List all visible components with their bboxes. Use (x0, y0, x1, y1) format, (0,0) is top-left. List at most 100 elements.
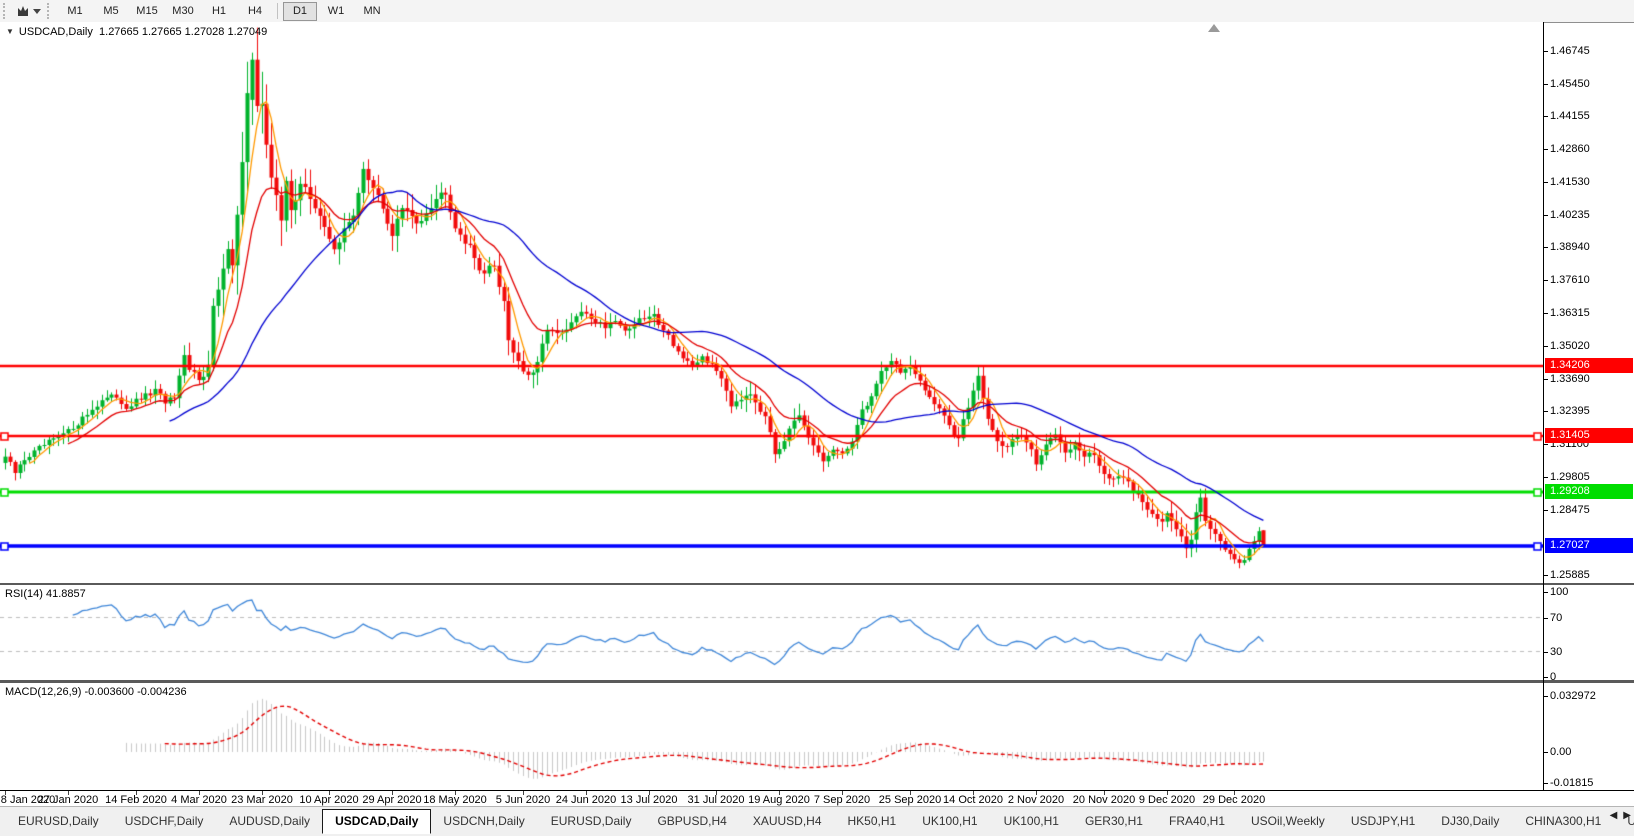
price-axis-tick (1543, 51, 1548, 52)
price-axis-tick (1543, 182, 1548, 183)
date-label: 14 Oct 2020 (943, 794, 1003, 806)
toolbar-gripper[interactable] (3, 3, 10, 19)
chart-tab-eurusd-daily[interactable]: EURUSD,Daily (6, 811, 111, 832)
tab-scroll-arrows: ◀ ▶ (1610, 810, 1631, 821)
rsi-axis-tick (1543, 618, 1548, 619)
chart-tab-usoil-weekly[interactable]: USOil,Weekly (1239, 811, 1337, 832)
chart-tab-china300-h1[interactable]: CHINA300,H1 (1513, 811, 1613, 832)
timeframe-button-h4[interactable]: H4 (238, 2, 272, 21)
rsi-canvas[interactable] (0, 585, 1543, 680)
timeframe-button-mn[interactable]: MN (355, 2, 389, 21)
chart-tab-ger30-h1[interactable]: GER30,H1 (1073, 811, 1155, 832)
price-axis-label: 1.42860 (1550, 143, 1590, 155)
price-axis-tick (1543, 379, 1548, 380)
date-label: 29 Apr 2020 (362, 794, 422, 806)
date-label: 23 Mar 2020 (231, 794, 293, 806)
chart-tab-fra40-h1[interactable]: FRA40,H1 (1157, 811, 1237, 832)
timeframe-button-w1[interactable]: W1 (319, 2, 353, 21)
chart-tab-usdcnh-daily[interactable]: USDCNH,Daily (431, 811, 536, 832)
chart-tab-usdcad-daily[interactable]: USDCAD,Daily (322, 809, 432, 834)
macd-indicator-label: MACD(12,26,9) -0.003600 -0.004236 (5, 686, 187, 698)
price-axis-label: 1.25885 (1550, 569, 1590, 581)
price-axis-tick (1543, 116, 1548, 117)
timeframe-button-m15[interactable]: M15 (130, 2, 164, 21)
date-label: 2 Nov 2020 (1007, 794, 1065, 806)
date-label: 13 Jul 2020 (620, 794, 678, 806)
price-line-badge: 1.27027 (1545, 538, 1633, 553)
date-label: 29 Dec 2020 (1202, 794, 1266, 806)
price-axis-label: 1.37610 (1550, 274, 1590, 286)
price-chart-canvas[interactable] (0, 22, 1543, 583)
chart-tab-usdjpy-h1[interactable]: USDJPY,H1 (1339, 811, 1427, 832)
chart-tab-uk100-h1[interactable]: UK100,H1 (992, 811, 1071, 832)
rsi-axis-tick (1543, 592, 1548, 593)
toolbar-gripper[interactable] (47, 3, 54, 19)
date-label: 10 Apr 2020 (299, 794, 359, 806)
chart-shift-marker[interactable] (1208, 24, 1220, 32)
one-click-trading-toggle[interactable]: ▼ (6, 27, 14, 36)
timeframe-button-m1[interactable]: M1 (58, 2, 92, 21)
chart-tab-usdchf-daily[interactable]: USDCHF,Daily (113, 811, 216, 832)
price-axis-label: 1.41530 (1550, 176, 1590, 188)
timeframe-button-m30[interactable]: M30 (166, 2, 200, 21)
crosshair-tool-button[interactable] (13, 2, 44, 20)
macd-axis-label: -0.01815 (1550, 777, 1594, 789)
timeframe-button-m5[interactable]: M5 (94, 2, 128, 21)
tab-scroll-right-button[interactable]: ▶ (1623, 810, 1631, 821)
chart-tab-gbpusd-h4[interactable]: GBPUSD,H4 (645, 811, 738, 832)
chart-ohlc-values: 1.27665 1.27665 1.27028 1.27049 (99, 26, 268, 38)
price-axis-label: 1.29805 (1550, 471, 1590, 483)
macd-axis-label: 0.032972 (1550, 690, 1596, 702)
date-label: 4 Mar 2020 (171, 794, 227, 806)
date-label: 7 Sep 2020 (813, 794, 871, 806)
chart-symbol-label: USDCAD,Daily (18, 26, 93, 38)
date-axis[interactable]: 8 Jan 2020 27 Jan 2020 14 Feb 2020 4 Mar 20… (0, 791, 1634, 806)
price-axis-tick (1543, 510, 1548, 511)
chart-title: ▼ USDCAD,Daily 1.27665 1.27665 1.27028 1.… (6, 26, 267, 38)
macd-axis-tick (1543, 696, 1548, 697)
price-axis-label: 1.28475 (1550, 504, 1590, 516)
chart-tab-uk100-h1[interactable]: UK100,H1 (910, 811, 989, 832)
macd-canvas[interactable] (0, 683, 1543, 790)
price-axis-tick (1543, 215, 1548, 216)
price-axis-label: 1.36315 (1550, 307, 1590, 319)
price-axis-label: 1.33690 (1550, 373, 1590, 385)
main-chart-panel: ▼ USDCAD,Daily 1.27665 1.27665 1.27028 1.… (0, 22, 1543, 583)
price-axis-label: 1.40235 (1550, 209, 1590, 221)
mt4-window: M1 M5 M15 M30 H1 H4 D1 W1 MN ▼ USDCAD,Daily 1.276… (0, 0, 1634, 836)
rsi-axis-label: 0 (1550, 671, 1557, 683)
rsi-axis-label: 100 (1550, 586, 1569, 598)
price-axis-tick (1543, 313, 1548, 314)
date-label: 18 May 2020 (423, 794, 487, 806)
date-label: 31 Jul 2020 (687, 794, 745, 806)
price-axis-tick (1543, 84, 1548, 85)
rsi-axis-label: 70 (1550, 612, 1563, 624)
price-axis-label: 1.38940 (1550, 241, 1590, 253)
price-axis-tick (1543, 149, 1548, 150)
chart-tab-bar: EURUSD,Daily USDCHF,Daily AUDUSD,Daily USDC… (0, 806, 1634, 836)
chart-tab-eurusd-daily[interactable]: EURUSD,Daily (539, 811, 644, 832)
price-axis-tick (1543, 477, 1548, 478)
macd-axis-tick (1543, 752, 1548, 753)
date-label: 9 Dec 2020 (1138, 794, 1196, 806)
cursor-arrows-icon (18, 5, 28, 16)
price-axis-tick (1543, 247, 1548, 248)
chart-tab-hk50-h1[interactable]: HK50,H1 (836, 811, 909, 832)
chart-tab-xauusd-h4[interactable]: XAUUSD,H4 (741, 811, 834, 832)
price-axis-tick (1543, 444, 1548, 445)
date-label: 20 Nov 2020 (1072, 794, 1136, 806)
timeframe-button-h1[interactable]: H1 (202, 2, 236, 21)
chart-tab-audusd-daily[interactable]: AUDUSD,Daily (217, 811, 322, 832)
chart-tab-dj30-daily[interactable]: DJ30,Daily (1429, 811, 1511, 832)
rsi-axis-tick (1543, 652, 1548, 653)
price-axis-label: 1.35020 (1550, 340, 1590, 352)
price-axis-tick (1543, 411, 1548, 412)
rsi-indicator-label: RSI(14) 41.8857 (5, 588, 86, 600)
rsi-axis-tick (1543, 677, 1548, 678)
timeframe-button-d1[interactable]: D1 (283, 1, 317, 21)
date-label: 14 Feb 2020 (105, 794, 167, 806)
date-label: 24 Jun 2020 (555, 794, 617, 806)
tab-scroll-left-button[interactable]: ◀ (1610, 810, 1618, 821)
price-axis-tick (1543, 280, 1548, 281)
price-axis-label: 1.44155 (1550, 110, 1590, 122)
